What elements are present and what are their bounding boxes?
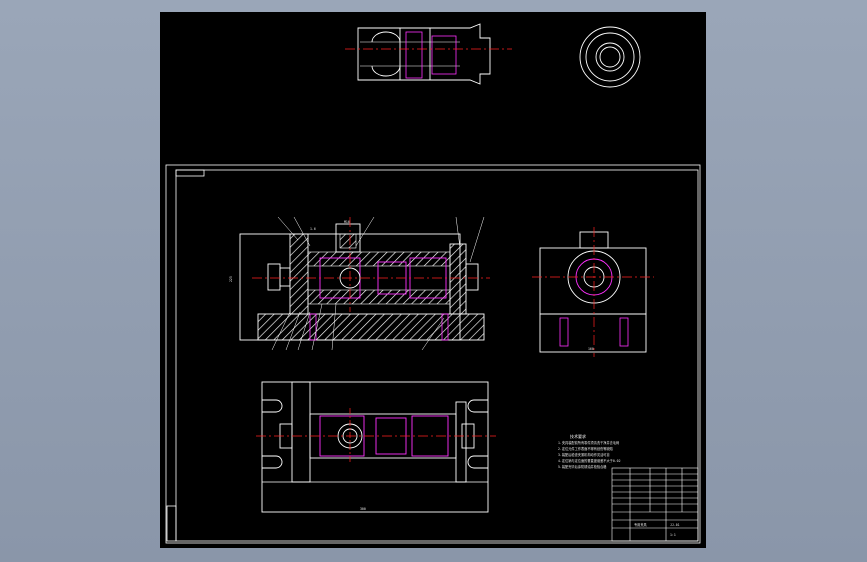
tech-line-2: 2.定位元件工作表面不得有划伤等缺陷 [558, 446, 613, 451]
ring-end-view [579, 26, 641, 88]
dim-left: 225 [229, 276, 233, 282]
front-section-view: 1.6 M16 225 [229, 216, 490, 351]
top-view: 300 [256, 381, 496, 513]
tech-line-4: 4.定位销与定位面的垂直度误差不大于0.02 [558, 458, 621, 463]
tech-line-1: 1.夹具装配前所有零件须清洗干净并去毛刺 [558, 440, 619, 445]
drawing-sheet: 1.6 M16 225 160 300 技术要求 1.夹具装配前所有零件须清洗干… [160, 12, 706, 548]
technical-requirements: 技术要求 1.夹具装配前所有零件须清洗干净并去毛刺 2.定位元件工作表面不得有划… [558, 433, 621, 469]
tech-line-5: 5.装配完毕后涂防锈油并检验合格 [558, 464, 607, 469]
dim-label-top2: M16 [344, 220, 350, 224]
tech-line-3: 3.装配后检查夹紧机构动作灵活可靠 [558, 452, 610, 457]
dim-bottom: 300 [360, 507, 366, 511]
tech-title: 技术要求 [570, 433, 586, 439]
title-scale: 1:1 [670, 533, 676, 537]
sleeve-hidden-lines [405, 31, 457, 79]
title-drawing-no: JJ-01 [670, 523, 680, 527]
sleeve-part-view [357, 23, 491, 85]
side-view: 160 [532, 227, 654, 357]
title-name: 专用夹具 [634, 522, 648, 527]
title-block [611, 467, 699, 542]
dim-side: 160 [588, 347, 594, 351]
cad-drawing: 1.6 M16 225 160 300 技术要求 1.夹具装配前所有零件须清洗干… [165, 23, 701, 544]
dim-label-top: 1.6 [310, 227, 316, 231]
